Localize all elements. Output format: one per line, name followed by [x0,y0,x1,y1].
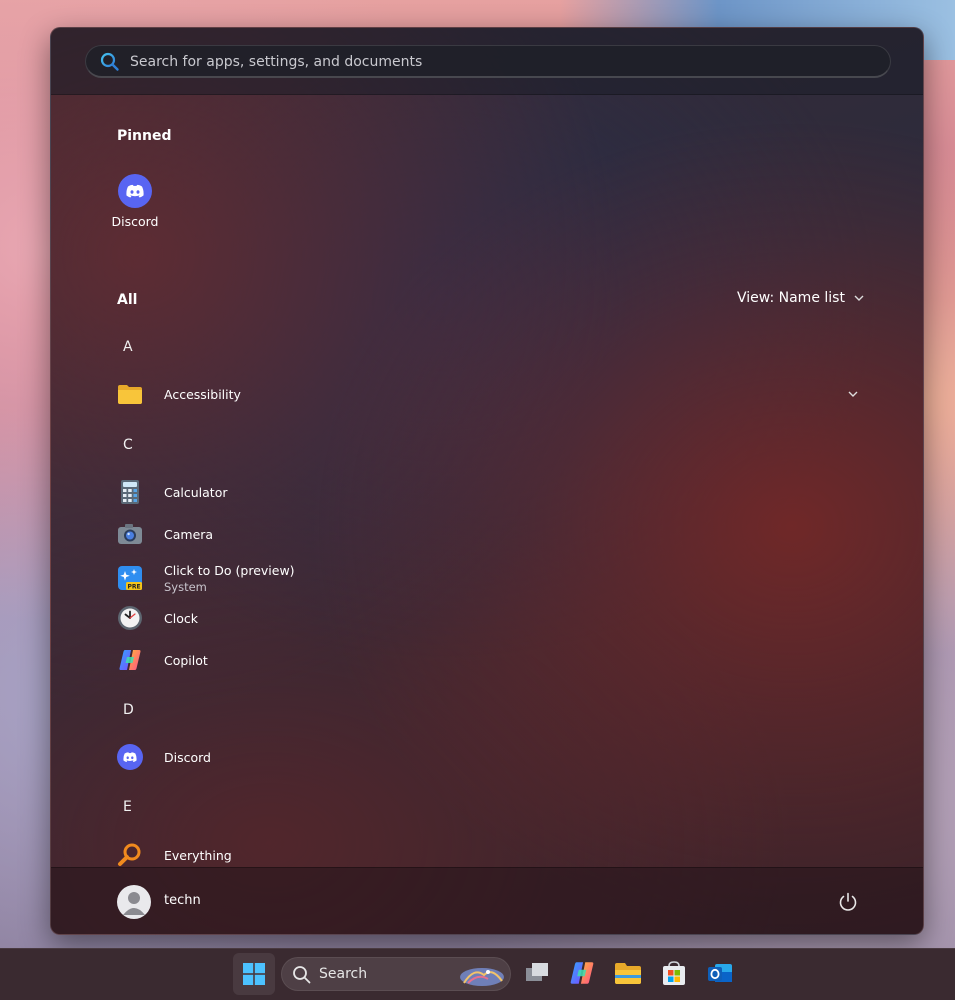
group-letter-e[interactable]: E [123,799,132,815]
start-icon [243,963,265,985]
pinned-heading: Pinned [117,128,172,144]
preview-badge: PRE [127,583,140,590]
chevron-down-icon [854,295,864,301]
copilot-icon [119,650,141,670]
outlook-icon[interactable] [706,959,734,987]
everything-icon [118,843,141,866]
taskbar-search-label: Search [319,966,368,982]
app-item-calculator[interactable]: Calculator [117,474,859,510]
app-name: Accessibility [164,386,241,402]
app-name: Copilot [164,652,208,668]
app-name: Camera [164,526,214,542]
click-to-do-icon: PRE [118,566,142,590]
calculator-icon [121,480,139,504]
folder-icon [118,385,142,404]
app-subtitle: System [164,579,207,594]
search-icon [293,966,311,984]
start-search-input[interactable] [130,46,870,77]
clock-icon [118,606,142,630]
start-button[interactable] [233,953,275,995]
discord-icon [117,744,143,770]
app-item-accessibility[interactable]: Accessibility [117,376,859,412]
group-letter-d[interactable]: D [123,702,134,718]
start-menu: Pinned Discord All View: Name list A Acc… [50,27,924,935]
task-view-icon[interactable] [523,959,551,987]
pinned-app-label: Discord [111,214,159,229]
app-item-discord[interactable]: Discord [117,739,859,775]
app-item-click-to-do[interactable]: PRE Click to Do (preview) System [117,558,859,598]
start-footer: techn [51,867,923,934]
taskbar: Search [0,948,955,1000]
group-letter-a[interactable]: A [123,339,133,355]
file-explorer-icon[interactable] [614,959,642,987]
search-icon [100,52,119,71]
microsoft-store-icon[interactable] [660,959,688,987]
power-icon[interactable] [837,891,859,913]
app-name: Calculator [164,484,228,500]
user-avatar[interactable] [117,885,151,919]
app-item-camera[interactable]: Camera [117,516,859,552]
copilot-icon[interactable] [568,959,596,987]
app-name: Clock [164,610,198,626]
search-highlight-icon [460,968,504,986]
user-name[interactable]: techn [164,893,201,908]
start-search-box[interactable] [85,45,891,78]
expand-chevron-icon[interactable] [847,388,859,400]
app-name: Click to Do (preview) [164,562,295,578]
discord-icon [118,174,152,208]
group-letter-c[interactable]: C [123,437,133,453]
pinned-app-discord[interactable]: Discord [107,174,163,229]
app-name: Discord [164,749,211,765]
view-mode-dropdown[interactable]: View: Name list [737,290,865,306]
camera-icon [118,524,142,544]
taskbar-search[interactable]: Search [281,957,511,991]
app-name: Everything [164,847,232,863]
view-mode-label: View: Name list [737,290,845,306]
start-search-area [51,28,923,95]
all-apps-heading: All [117,292,138,308]
app-item-copilot[interactable]: Copilot [117,642,859,678]
user-icon [123,892,145,915]
app-item-clock[interactable]: Clock [117,600,859,636]
